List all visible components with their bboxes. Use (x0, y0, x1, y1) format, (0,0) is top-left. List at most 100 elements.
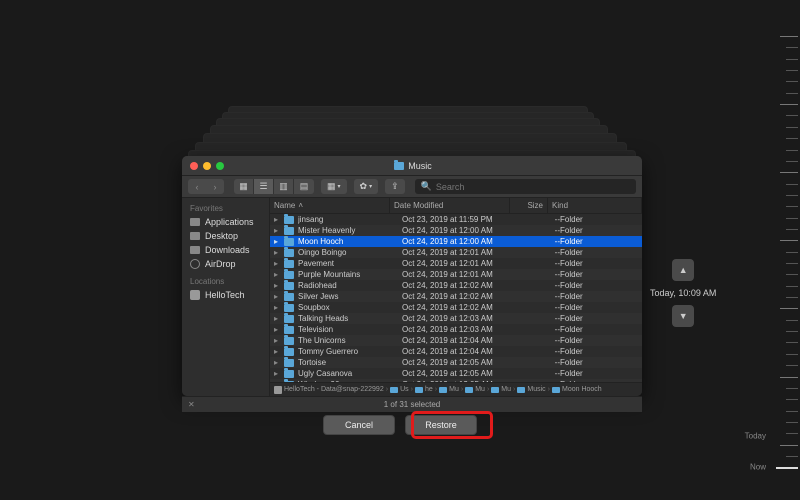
zoom-icon[interactable] (216, 162, 224, 170)
applications-icon (190, 218, 200, 226)
window-title-text: Music (408, 161, 432, 171)
row-size: -- (522, 270, 560, 279)
table-row[interactable]: ▸jinsangOct 23, 2019 at 11:59 PM--Folder (270, 214, 642, 225)
finder-window: Music ‹ › ▦ ☰ ▥ ▤ ▦ ▾ ✿ ▾ ⇪ 🔍 Favorites … (182, 156, 642, 396)
timeline-tick (780, 308, 798, 309)
row-date: Oct 24, 2019 at 12:00 AM (402, 226, 522, 235)
table-row[interactable]: ▸Tommy GuerreroOct 24, 2019 at 12:04 AM-… (270, 346, 642, 357)
disclosure-icon[interactable]: ▸ (274, 347, 280, 356)
icon-view-button[interactable]: ▦ (234, 179, 254, 194)
arrange-button[interactable]: ▦ ▾ (321, 179, 347, 194)
row-size: -- (522, 314, 560, 323)
disclosure-icon[interactable]: ▸ (274, 226, 280, 235)
table-row[interactable]: ▸The UnicornsOct 24, 2019 at 12:04 AM--F… (270, 335, 642, 346)
table-row[interactable]: ▸TelevisionOct 24, 2019 at 12:03 AM--Fol… (270, 324, 642, 335)
desktop-icon (190, 232, 200, 240)
path-separator-icon: › (435, 386, 437, 393)
titlebar: Music (182, 156, 642, 176)
disclosure-icon[interactable]: ▸ (274, 270, 280, 279)
disclosure-icon[interactable]: ▸ (274, 237, 280, 246)
disclosure-icon[interactable]: ▸ (274, 369, 280, 378)
timeline-tick (786, 59, 798, 60)
row-name: Tortoise (298, 358, 402, 367)
table-row[interactable]: ▸Talking HeadsOct 24, 2019 at 12:03 AM--… (270, 313, 642, 324)
search-field[interactable]: 🔍 (415, 179, 636, 194)
disclosure-icon[interactable]: ▸ (274, 248, 280, 257)
row-date: Oct 23, 2019 at 11:59 PM (402, 215, 522, 224)
table-row[interactable]: ▸SoupboxOct 24, 2019 at 12:02 AM--Folder (270, 302, 642, 313)
search-input[interactable] (436, 182, 630, 192)
close-icon[interactable] (190, 162, 198, 170)
table-row[interactable]: ▸PavementOct 24, 2019 at 12:01 AM--Folde… (270, 258, 642, 269)
timeline-tick (786, 331, 798, 332)
table-row[interactable]: ▸Silver JewsOct 24, 2019 at 12:02 AM--Fo… (270, 291, 642, 302)
disclosure-icon[interactable]: ▸ (274, 215, 280, 224)
action-menu-button[interactable]: ✿ ▾ (354, 179, 379, 194)
folder-icon (284, 216, 294, 224)
share-button[interactable]: ⇪ (385, 179, 405, 194)
path-segment[interactable]: HelloTech - Data@snap-222992 (274, 386, 384, 394)
sidebar-item-airdrop[interactable]: AirDrop (182, 257, 269, 271)
forward-button[interactable]: › (206, 179, 224, 194)
timeline-tick (786, 115, 798, 116)
column-name[interactable]: Name˄ (270, 198, 390, 213)
tm-current-label: Today, 10:09 AM (650, 288, 716, 298)
path-segment[interactable]: Music (517, 386, 545, 393)
sidebar-item-hellotech[interactable]: HelloTech (182, 288, 269, 302)
column-size[interactable]: Size (510, 198, 548, 213)
disclosure-icon[interactable]: ▸ (274, 336, 280, 345)
row-size: -- (522, 369, 560, 378)
table-row[interactable]: ▸Oingo BoingoOct 24, 2019 at 12:01 AM--F… (270, 247, 642, 258)
disclosure-icon[interactable]: ▸ (274, 325, 280, 334)
table-row[interactable]: ▸TortoiseOct 24, 2019 at 12:05 AM--Folde… (270, 357, 642, 368)
status-bar: ✕ 1 of 31 selected (182, 396, 642, 412)
tm-up-button[interactable]: ▲ (672, 259, 694, 281)
row-kind: Folder (560, 226, 638, 235)
path-segment[interactable]: Mu (491, 386, 511, 393)
row-name: Tommy Guerrero (298, 347, 402, 356)
row-size: -- (522, 358, 560, 367)
close-snapshot-button[interactable]: ✕ (188, 400, 195, 409)
row-date: Oct 24, 2019 at 12:01 AM (402, 248, 522, 257)
timeline-handle[interactable] (776, 467, 798, 469)
folder-icon (284, 315, 294, 323)
table-row[interactable]: ▸Mister HeavenlyOct 24, 2019 at 12:00 AM… (270, 225, 642, 236)
gallery-view-button[interactable]: ▤ (294, 179, 314, 194)
table-row[interactable]: ▸Ugly CasanovaOct 24, 2019 at 12:05 AM--… (270, 368, 642, 379)
path-segment[interactable]: Moon Hooch (552, 386, 602, 393)
restore-button[interactable]: Restore (405, 415, 477, 435)
minimize-icon[interactable] (203, 162, 211, 170)
disclosure-icon[interactable]: ▸ (274, 358, 280, 367)
list-view-button[interactable]: ☰ (254, 179, 274, 194)
sidebar-item-downloads[interactable]: Downloads (182, 243, 269, 257)
path-segment[interactable]: he (415, 386, 433, 393)
column-headers: Name˄ Date Modified Size Kind (270, 198, 642, 214)
row-date: Oct 24, 2019 at 12:01 AM (402, 259, 522, 268)
folder-icon (284, 304, 294, 312)
column-view-button[interactable]: ▥ (274, 179, 294, 194)
table-row[interactable]: ▸Moon HoochOct 24, 2019 at 12:00 AM--Fol… (270, 236, 642, 247)
table-row[interactable]: ▸RadioheadOct 24, 2019 at 12:02 AM--Fold… (270, 280, 642, 291)
timeline-tick (786, 127, 798, 128)
tm-down-button[interactable]: ▼ (672, 305, 694, 327)
disclosure-icon[interactable]: ▸ (274, 259, 280, 268)
path-segment[interactable]: Mu (465, 386, 485, 393)
disclosure-icon[interactable]: ▸ (274, 303, 280, 312)
row-name: Purple Mountains (298, 270, 402, 279)
disclosure-icon[interactable]: ▸ (274, 314, 280, 323)
sidebar-item-desktop[interactable]: Desktop (182, 229, 269, 243)
disclosure-icon[interactable]: ▸ (274, 281, 280, 290)
path-segment[interactable]: Mu (439, 386, 459, 393)
timeline-tick (786, 399, 798, 400)
cancel-button[interactable]: Cancel (323, 415, 395, 435)
timeline[interactable]: Today Now (768, 36, 798, 490)
disclosure-icon[interactable]: ▸ (274, 292, 280, 301)
path-bar[interactable]: HelloTech - Data@snap-222992›Us›he›Mu›Mu… (270, 382, 642, 396)
column-date[interactable]: Date Modified (390, 198, 510, 213)
back-button[interactable]: ‹ (188, 179, 206, 194)
sidebar-item-applications[interactable]: Applications (182, 215, 269, 229)
table-row[interactable]: ▸Purple MountainsOct 24, 2019 at 12:01 A… (270, 269, 642, 280)
column-kind[interactable]: Kind (548, 198, 642, 213)
timeline-tick (786, 161, 798, 162)
path-segment[interactable]: Us (390, 386, 409, 393)
